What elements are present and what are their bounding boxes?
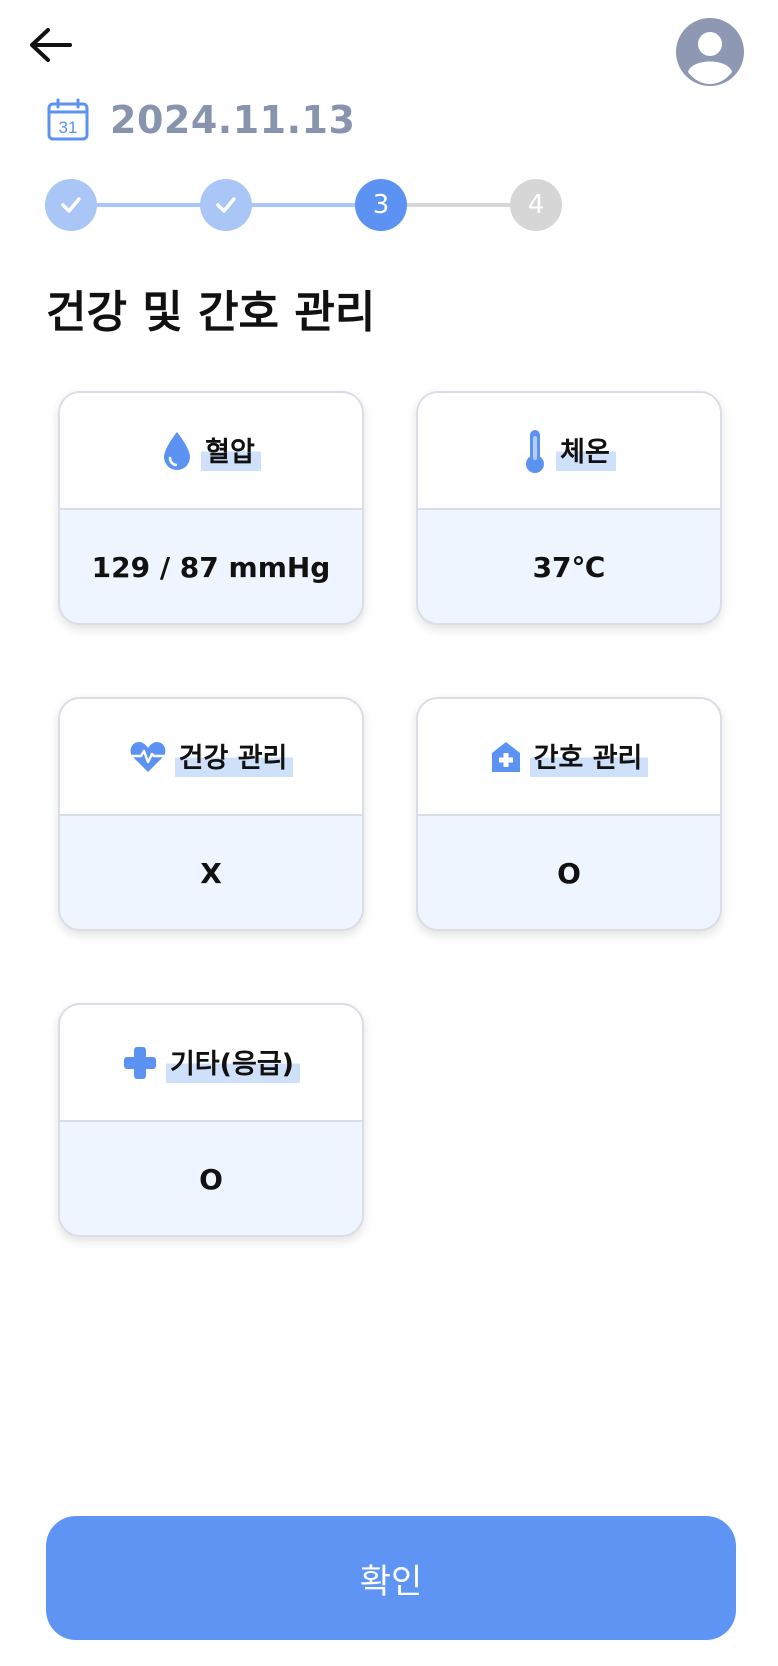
- card-value: O: [418, 816, 720, 929]
- back-button[interactable]: [26, 22, 82, 78]
- card-label: 체온: [556, 430, 616, 471]
- card-value: 129 / 87 mmHg: [60, 510, 362, 623]
- clinic-house-icon: [491, 741, 520, 772]
- health-care-card[interactable]: 건강 관리 X: [58, 697, 364, 931]
- card-label: 혈압: [201, 430, 261, 471]
- date-text: 2024.11.13: [110, 98, 356, 142]
- profile-button[interactable]: [676, 18, 744, 86]
- card-header: 체온: [418, 393, 720, 510]
- confirm-button[interactable]: 확인: [46, 1516, 736, 1640]
- heartbeat-icon: [130, 741, 166, 772]
- card-label: 기타(응급): [165, 1042, 301, 1083]
- card-header: 혈압: [60, 393, 362, 510]
- progress-stepper: 3 4: [45, 179, 593, 231]
- arrow-left-icon: [30, 28, 72, 62]
- check-icon: [61, 197, 81, 213]
- check-icon: [216, 197, 236, 213]
- step-1: [45, 179, 97, 231]
- nursing-care-card[interactable]: 간호 관리 O: [416, 697, 722, 931]
- emergency-card[interactable]: 기타(응급) O: [58, 1003, 364, 1237]
- card-header: 건강 관리: [60, 699, 362, 816]
- card-header: 간호 관리: [418, 699, 720, 816]
- temperature-card[interactable]: 체온 37℃: [416, 391, 722, 625]
- step-3: 3: [355, 179, 407, 231]
- step-4: 4: [510, 179, 562, 231]
- card-label: 건강 관리: [174, 736, 294, 777]
- date-display: 31 2024.11.13: [46, 98, 355, 142]
- medical-cross-icon: [123, 1046, 156, 1079]
- card-value: X: [60, 816, 362, 929]
- water-drop-icon: [164, 431, 191, 470]
- blood-pressure-card[interactable]: 혈압 129 / 87 mmHg: [58, 391, 364, 625]
- section-title: 건강 및 간호 관리: [46, 287, 376, 338]
- nursing-record-screen: 31 2024.11.13 3 4 건강 및 간호 관리 혈압 129 / 87…: [0, 0, 778, 1666]
- card-header: 기타(응급): [60, 1005, 362, 1122]
- thermometer-icon: [526, 429, 545, 473]
- user-avatar-icon: [676, 18, 744, 86]
- calendar-icon: 31: [47, 98, 89, 141]
- calendar-day-text: 31: [59, 118, 78, 137]
- card-value: O: [60, 1122, 362, 1235]
- step-2: [200, 179, 252, 231]
- card-label: 간호 관리: [529, 736, 649, 777]
- card-value: 37℃: [418, 510, 720, 623]
